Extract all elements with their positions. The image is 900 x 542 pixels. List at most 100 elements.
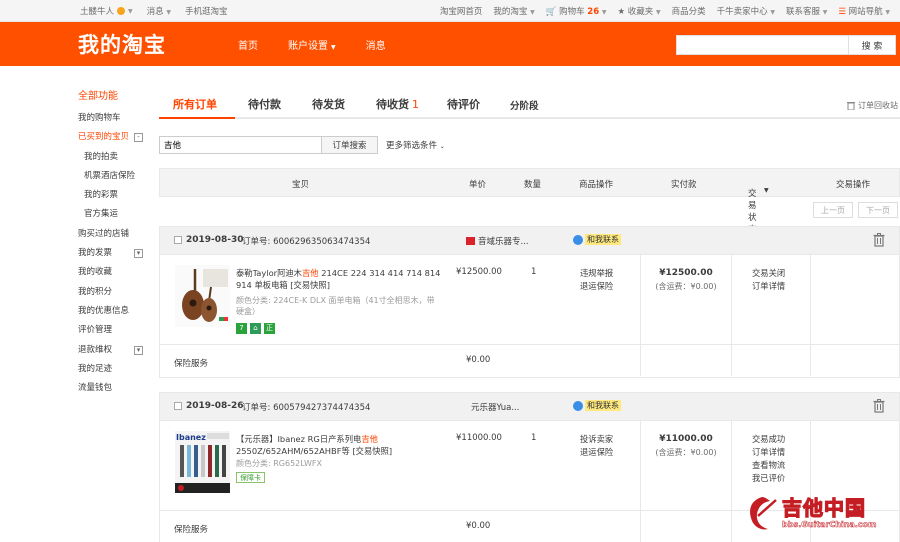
tab-unreceived[interactable]: 待收货 1	[376, 96, 419, 112]
messages-link[interactable]: 消息 ▼	[147, 5, 171, 17]
sidebar-item-favorites[interactable]: 我的收藏	[78, 263, 148, 282]
order-detail-link[interactable]: 订单详情	[752, 446, 785, 459]
sidebar-item-consolidation[interactable]: 官方集运	[78, 205, 148, 224]
site-nav-link[interactable]: ☰ 网站导航 ▼	[838, 5, 890, 17]
col-paid: 实付款	[671, 180, 697, 190]
nav-messages[interactable]: 消息	[366, 37, 386, 52]
delete-order-icon[interactable]	[873, 233, 885, 247]
view-logistics-link[interactable]: 查看物流	[752, 459, 785, 472]
chevron-down-icon: ⌄	[439, 143, 445, 150]
unreceived-count: 1	[412, 98, 419, 111]
chevron-down-icon: ▼	[656, 9, 661, 16]
delete-order-icon[interactable]	[873, 399, 885, 413]
chevron-down-icon: ▼	[331, 44, 336, 51]
order-search-input[interactable]	[159, 136, 322, 154]
collapse-icon[interactable]: -	[134, 133, 143, 143]
expand-icon[interactable]: ▾	[134, 345, 143, 355]
seven-day-return-icon[interactable]: 7	[236, 323, 247, 334]
chevron-down-icon: ▼	[764, 187, 769, 194]
sidebar-item-cart[interactable]: 我的购物车	[78, 109, 148, 128]
shop-guarantee-icon[interactable]: ⌂	[250, 323, 261, 334]
insurance-amount: ¥0.00	[466, 355, 491, 365]
contact-seller-button[interactable]: 和我联系	[573, 400, 621, 411]
recycle-bin-link[interactable]: 订单回收站	[847, 100, 898, 111]
sidebar-item-lottery[interactable]: 我的彩票	[78, 186, 148, 205]
sidebar-item-refunds[interactable]: 退款维权 ▾	[78, 341, 148, 360]
sidebar-item-points[interactable]: 我的积分	[78, 283, 148, 302]
quantity: 1	[531, 267, 537, 277]
sidebar-item-purchased[interactable]: 已买到的宝贝 -	[78, 128, 148, 147]
username-link[interactable]: 土髅牛人 ▼	[80, 5, 133, 17]
sidebar-item-invoices[interactable]: 我的发票 ▾	[78, 244, 148, 263]
order-search-button[interactable]: 订单搜索	[322, 136, 378, 154]
order-number: 订单号: 600629635063474354	[242, 237, 371, 247]
my-taobao-logo[interactable]: 我的淘宝	[78, 29, 166, 59]
product-thumbnail[interactable]: Ibanez	[175, 431, 230, 493]
report-violation-link[interactable]: 违规举报	[580, 267, 613, 280]
header-search: 搜 索	[676, 35, 896, 55]
taobao-home-link[interactable]: 淘宝网首页	[440, 5, 483, 17]
categories-link[interactable]: 商品分类	[672, 5, 706, 17]
trash-icon	[847, 102, 855, 110]
chevron-down-icon: ▼	[770, 9, 775, 16]
customer-service-link[interactable]: 联系客服 ▼	[786, 5, 827, 17]
reviewed-link[interactable]: 我已评价	[752, 472, 785, 485]
more-filters-toggle[interactable]: 更多筛选条件 ⌄	[386, 139, 445, 151]
complain-seller-link[interactable]: 投诉卖家	[580, 433, 613, 446]
return-insurance-link[interactable]: 退运保险	[580, 280, 613, 293]
col-actions: 交易操作	[836, 180, 871, 190]
sidebar-item-coupons[interactable]: 我的优惠信息	[78, 302, 148, 321]
product-thumbnail[interactable]	[175, 265, 230, 327]
seller-center-link[interactable]: 千牛卖家中心 ▼	[717, 5, 775, 17]
search-button[interactable]: 搜 索	[848, 35, 896, 55]
product-title-link[interactable]: 泰勒Taylor阿迪木吉他 214CE 224 314 414 714 814 …	[236, 267, 442, 291]
site-topbar: 土髅牛人 ▼ 消息 ▼ 手机逛淘宝 淘宝网首页 我的淘宝 ▼ 🛒 购物车 26 …	[0, 0, 900, 22]
favorites-link[interactable]: ★ 收藏夹 ▼	[617, 5, 660, 17]
insurance-row: 保险服务 ¥0.00	[160, 345, 899, 377]
my-taobao-link[interactable]: 我的淘宝 ▼	[493, 5, 534, 17]
tab-all-orders[interactable]: 所有订单	[173, 96, 217, 112]
order-checkbox[interactable]	[174, 402, 182, 410]
order-item-row: 泰勒Taylor阿迪木吉他 214CE 224 314 414 714 814 …	[160, 255, 899, 376]
cart-link[interactable]: 🛒 购物车 26 ▼	[546, 5, 607, 17]
tab-unpaid[interactable]: 待付款	[248, 96, 281, 112]
prev-page-button[interactable]: 上一页	[813, 202, 853, 218]
sidebar-title: 全部功能	[78, 91, 118, 102]
sidebar-item-auction[interactable]: 我的拍卖	[78, 148, 148, 167]
guarantee-card-icon[interactable]: 保障卡	[236, 472, 265, 483]
item-operations: 违规举报 退运保险	[580, 267, 613, 293]
return-insurance-link[interactable]: 退运保险	[580, 446, 613, 459]
top-pager: 上一页 下一页	[813, 202, 898, 218]
sidebar-item-data-wallet[interactable]: 流量钱包	[78, 379, 148, 398]
order-table-header: 宝贝 单价 数量 商品操作 实付款 交易状态 ▼ 交易操作	[159, 168, 900, 235]
authentic-icon[interactable]: 正	[264, 323, 275, 334]
sidebar-item-reviews[interactable]: 评价管理	[78, 321, 148, 340]
product-title-link[interactable]: 【元乐器】Ibanez RG日产系列电吉他 2550Z/652AHM/652AH…	[236, 433, 442, 457]
shop-link[interactable]: 音域乐器专...	[466, 235, 529, 247]
tab-unreviewed[interactable]: 待评价	[447, 96, 480, 112]
tab-installment[interactable]: 分阶段	[510, 98, 539, 112]
sidebar-item-shops[interactable]: 购买过的店铺	[78, 225, 148, 244]
trade-status: 交易关闭 订单详情	[752, 267, 785, 293]
menu-icon: ☰	[838, 7, 846, 17]
nav-home[interactable]: 首页	[238, 37, 258, 52]
col-ops: 商品操作	[579, 180, 614, 190]
watermark-site: bbs.GuitarChina.com	[782, 520, 877, 530]
mobile-taobao-link[interactable]: 手机逛淘宝	[185, 5, 228, 17]
guitarchina-watermark: 吉他中国 bbs.GuitarChina.com	[742, 492, 892, 536]
expand-icon[interactable]: ▾	[134, 249, 143, 259]
order-detail-link[interactable]: 订单详情	[752, 280, 785, 293]
product-sku: 颜色分类: 224CE-K DLX 面单电箱（41寸全相思木，带硬盒）	[236, 296, 435, 316]
next-page-button[interactable]: 下一页	[858, 202, 898, 218]
sidebar-item-footprints[interactable]: 我的足迹	[78, 360, 148, 379]
order-checkbox[interactable]	[174, 236, 182, 244]
trade-status: 交易成功 订单详情 查看物流 我已评价	[752, 433, 785, 485]
contact-seller-button[interactable]: 和我联系	[573, 234, 621, 245]
shop-link[interactable]: 元乐器Yua...	[471, 401, 519, 413]
search-input[interactable]	[676, 35, 848, 55]
service-tags: 保障卡	[236, 472, 265, 483]
tab-unshipped[interactable]: 待发货	[312, 96, 345, 112]
nav-account-settings[interactable]: 账户设置 ▼	[288, 37, 336, 52]
col-item: 宝贝	[292, 180, 310, 190]
sidebar-item-travel[interactable]: 机票酒店保险	[78, 167, 148, 186]
